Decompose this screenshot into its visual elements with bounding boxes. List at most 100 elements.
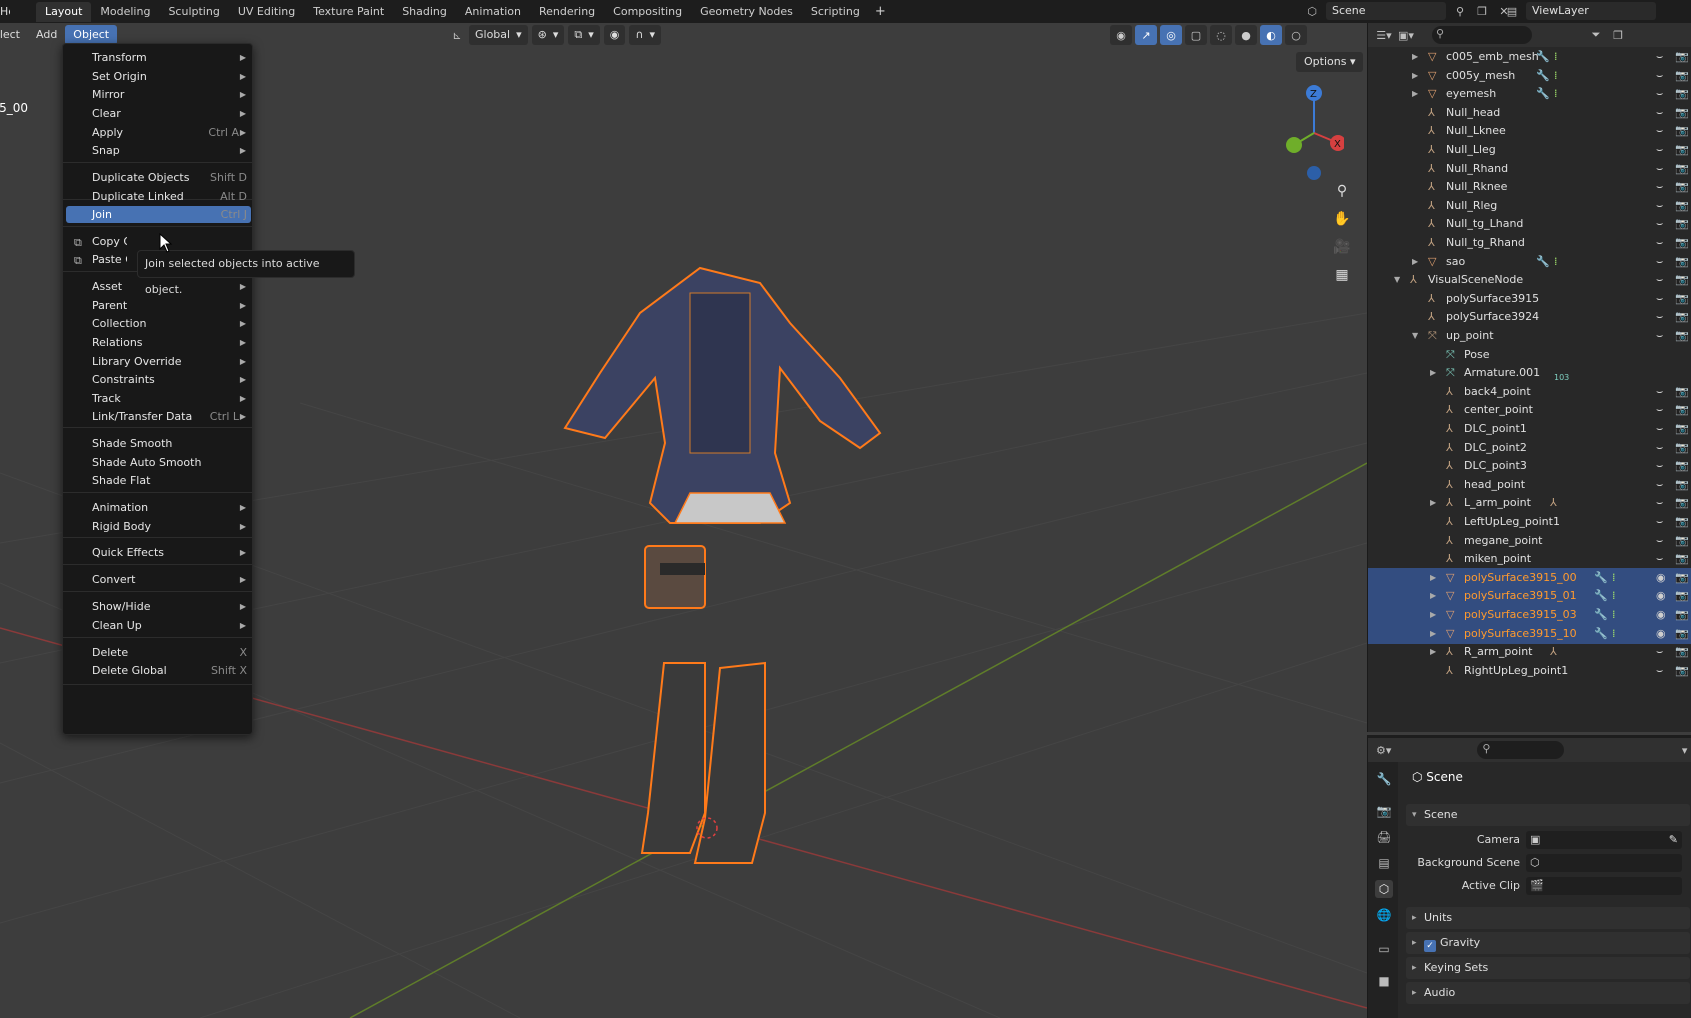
expand-toggle-icon[interactable]: ▶ [1412,47,1418,67]
editor-type-icon[interactable]: ⚙▾ [1376,742,1391,758]
new-collection-icon[interactable]: ❐ [1610,27,1626,43]
tab-rendering[interactable]: Rendering [530,2,604,22]
menu-item-library-override[interactable]: Library Override ▶ [66,353,251,370]
expand-toggle-icon[interactable]: ▶ [1430,624,1436,644]
render-camera-icon[interactable]: 📷 [1675,196,1689,216]
outliner-row[interactable]: ⅄ center_point ⌣ 📷 [1368,400,1691,420]
eye-icon[interactable]: ⌣ [1656,121,1663,141]
help-menu[interactable]: Help [0,5,10,18]
new-scene-icon[interactable]: ❐ [1474,3,1490,19]
menu-item-convert[interactable]: Convert ▶ [66,571,251,588]
menu-item-shade-flat[interactable]: Shade Flat [66,472,251,489]
tab-compositing[interactable]: Compositing [604,2,691,22]
eye-icon[interactable]: ⌣ [1656,456,1663,476]
render-camera-icon[interactable]: 📷 [1675,140,1689,160]
render-camera-icon[interactable]: 📷 [1675,605,1689,625]
eye-icon[interactable]: ◉ [1656,624,1666,644]
tab-uv-editing[interactable]: UV Editing [229,2,304,22]
render-camera-icon[interactable]: 📷 [1675,66,1689,86]
hand-pan-icon[interactable]: ✋ [1330,207,1354,231]
outliner-row[interactable]: ⅄ DLC_point3 ⌣ 📷 [1368,456,1691,476]
eye-icon[interactable]: ⌣ [1656,84,1663,104]
add-menu[interactable]: Add [28,25,65,45]
outliner-row[interactable]: ⅄ Null_tg_Rhand ⌣ 📷 [1368,233,1691,253]
camera-field[interactable]: ▣ ✎ [1526,831,1682,849]
render-camera-icon[interactable]: 📷 [1675,326,1689,346]
expand-toggle-icon[interactable]: ▶ [1412,84,1418,104]
menu-item-track[interactable]: Track ▶ [66,390,251,407]
rendered-shading[interactable]: ○ [1285,25,1307,45]
vertex-groups-icon[interactable]: ⁞ [1612,624,1616,644]
outliner-row[interactable]: ▶ ▽ c005_emb_mesh 🔧 ⁞ ⌣ 📷 [1368,47,1691,67]
tab-texture-paint[interactable]: Texture Paint [304,2,393,22]
outliner-row[interactable]: ⅄ megane_point ⌣ 📷 [1368,531,1691,551]
render-camera-icon[interactable]: 📷 [1675,624,1689,644]
outliner-search-input[interactable]: ⚲ [1432,26,1532,44]
vertex-groups-icon[interactable]: ⁞ [1554,47,1558,67]
menu-item-mirror[interactable]: Mirror ▶ [66,86,251,103]
tool-tab-icon[interactable]: 🔧 [1375,770,1393,788]
render-camera-icon[interactable]: 📷 [1675,586,1689,606]
render-camera-icon[interactable]: 📷 [1675,307,1689,327]
outliner-row[interactable]: ⅄ LeftUpLeg_point1 ⌣ 📷 [1368,512,1691,532]
outliner-row[interactable]: ▼ ⤧ up_point ⌣ 📷 [1368,326,1691,346]
eye-icon[interactable]: ⌣ [1656,493,1663,513]
eye-icon[interactable]: ◉ [1656,568,1666,588]
eye-icon[interactable]: ⌣ [1656,642,1663,662]
select-menu[interactable]: Select [0,25,28,45]
outliner-row[interactable]: ▶ ▽ eyemesh 🔧 ⁞ ⌣ 📷 [1368,84,1691,104]
render-camera-icon[interactable]: 📷 [1675,419,1689,439]
gravity-panel-header[interactable]: ▸ ✓ Gravity [1406,932,1690,954]
eye-icon[interactable]: ⌣ [1656,140,1663,160]
render-camera-icon[interactable]: 📷 [1675,642,1689,662]
expand-toggle-icon[interactable]: ▶ [1430,493,1436,513]
modifier-icon[interactable]: 🔧 [1594,624,1608,644]
outliner-row[interactable]: ▶ ▽ polySurface3915_03 🔧 ⁞ ◉ 📷 [1368,605,1691,625]
outliner-row[interactable]: ⅄ polySurface3915 ⌣ 📷 [1368,289,1691,309]
keying-sets-panel-header[interactable]: ▸ Keying Sets [1406,957,1690,979]
tab-animation[interactable]: Animation [456,2,530,22]
render-camera-icon[interactable]: 📷 [1675,103,1689,123]
eye-icon[interactable]: ⌣ [1656,159,1663,179]
snap-dropdown[interactable]: ⧉ ▾ [568,25,600,45]
render-camera-icon[interactable]: 📷 [1675,400,1689,420]
background-scene-field[interactable]: ⬡ [1526,854,1682,872]
menu-item-duplicate-linked[interactable]: Duplicate Linked Alt D [66,188,251,205]
material-preview-shading[interactable]: ◐ [1260,25,1282,45]
outliner-row[interactable]: ⅄ Null_tg_Lhand ⌣ 📷 [1368,214,1691,234]
scene-name-field[interactable]: Scene [1326,2,1446,20]
menu-item-duplicate-objects[interactable]: Duplicate Objects Shift D [66,169,251,186]
expand-toggle-icon[interactable]: ▶ [1430,363,1436,383]
modifier-icon[interactable]: 🔧 [1536,84,1550,104]
zoom-icon[interactable]: ⚲ [1330,179,1354,203]
outliner-row[interactable]: ⅄ Null_Rhand ⌣ 📷 [1368,159,1691,179]
expand-toggle-icon[interactable]: ▶ [1412,252,1418,272]
vertex-groups-icon[interactable]: ⁞ [1612,605,1616,625]
render-camera-icon[interactable]: 📷 [1675,456,1689,476]
orientation-dropdown[interactable]: Global ▾ [469,25,528,45]
outliner-row[interactable]: ⅄ Null_Lleg ⌣ 📷 [1368,140,1691,160]
eye-icon[interactable]: ⌣ [1656,307,1663,327]
eye-icon[interactable]: ◉ [1656,586,1666,606]
eye-icon[interactable]: ⌣ [1656,419,1663,439]
menu-item-rigid-body[interactable]: Rigid Body ▶ [66,518,251,535]
audio-panel-header[interactable]: ▸ Audio [1406,982,1690,1004]
units-panel-header[interactable]: ▸ Units [1406,907,1690,929]
tab-shading[interactable]: Shading [393,2,456,22]
properties-search-input[interactable]: ⚲ [1477,741,1565,759]
eye-icon[interactable]: ⌣ [1656,47,1663,67]
pivot-dropdown[interactable]: ⊛ ▾ [531,25,565,45]
eye-icon[interactable]: ⌣ [1656,549,1663,569]
falloff-dropdown[interactable]: ∩ ▾ [629,25,661,45]
menu-item-animation[interactable]: Animation ▶ [66,499,251,516]
output-tab-icon[interactable]: 🖨 [1375,828,1393,846]
eye-icon[interactable]: ⌣ [1656,382,1663,402]
modifier-icon[interactable]: 🔧 [1594,605,1608,625]
outliner-row[interactable]: ⅄ RightUpLeg_point1 ⌣ 📷 [1368,661,1691,681]
outliner-row[interactable]: ▼ ⅄ VisualSceneNode ⌣ 📷 [1368,270,1691,290]
view-layer-tab-icon[interactable]: ▤ [1375,854,1393,872]
tab-scripting[interactable]: Scripting [802,2,869,22]
active-clip-field[interactable]: 🎬 [1526,877,1682,895]
vertex-groups-icon[interactable]: ⁞ [1612,586,1616,606]
render-camera-icon[interactable]: 📷 [1675,214,1689,234]
